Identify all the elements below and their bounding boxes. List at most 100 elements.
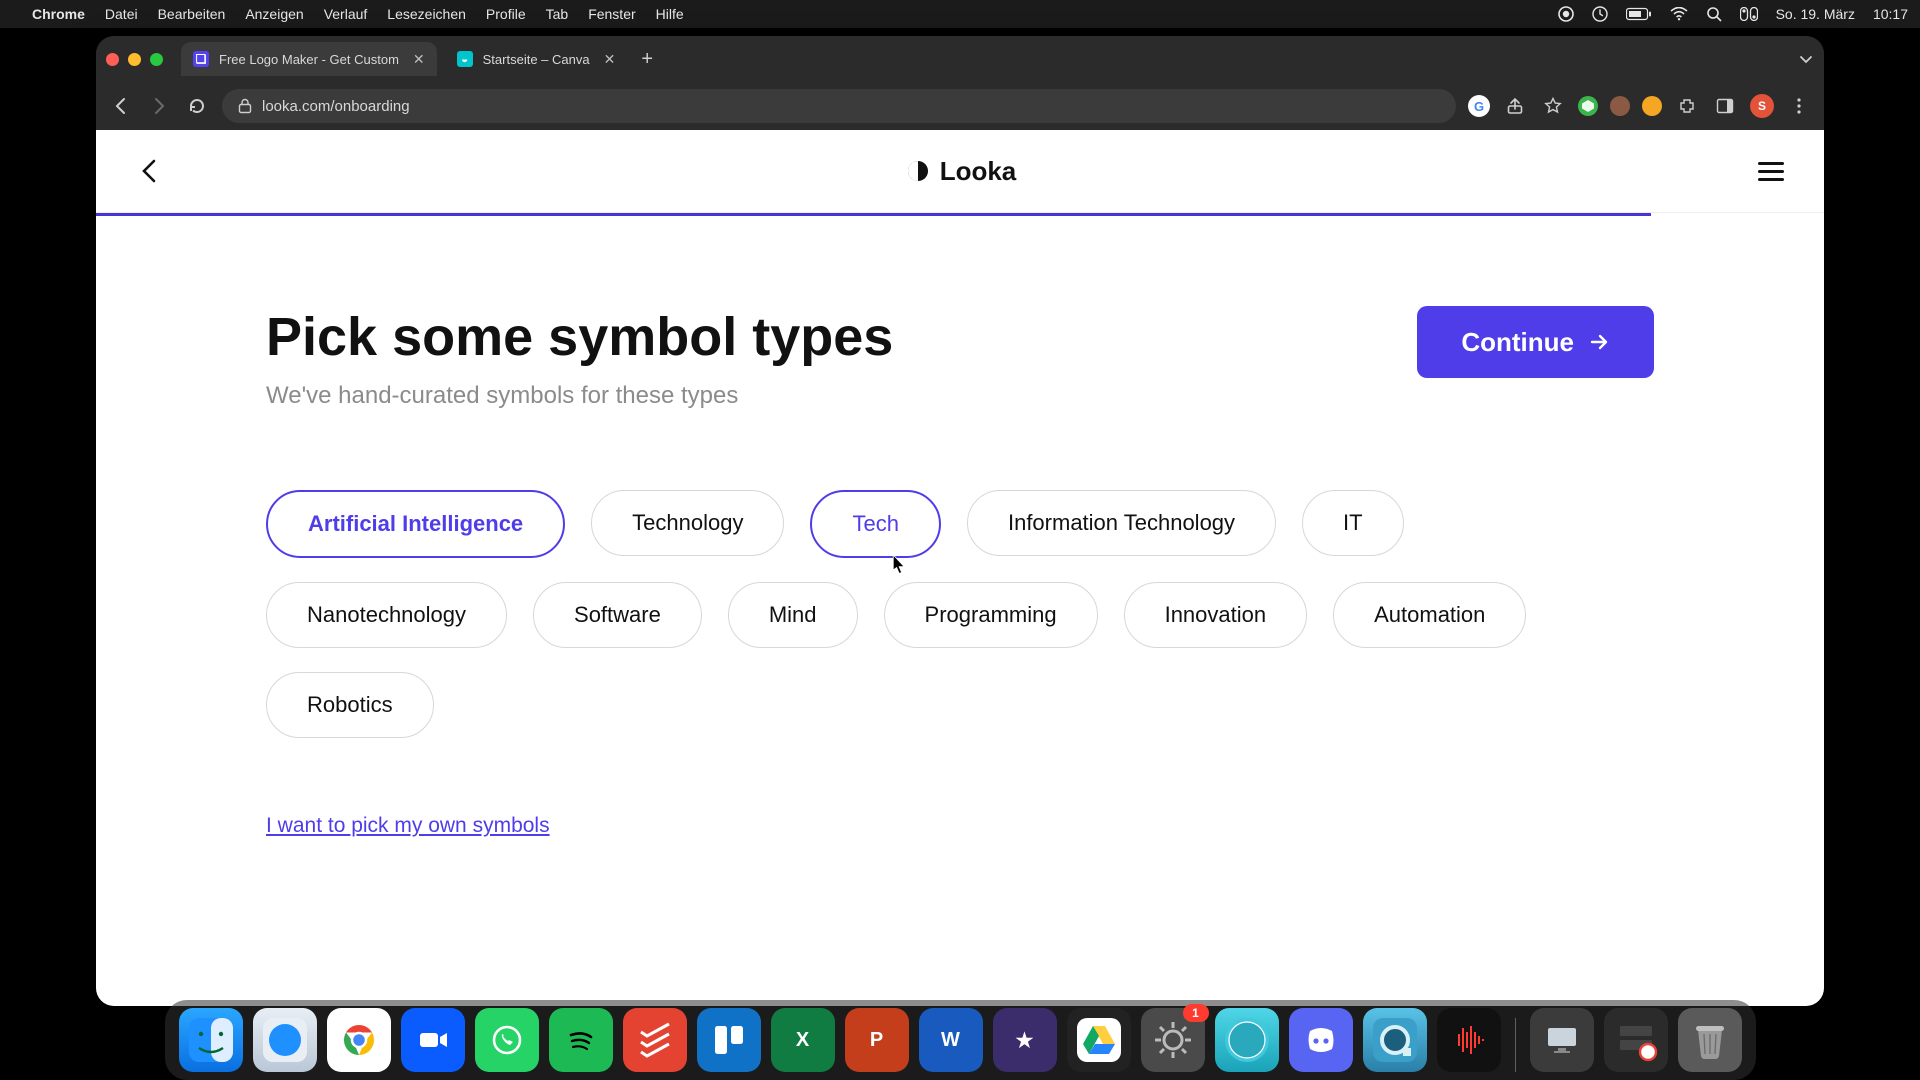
reload-icon[interactable] — [184, 93, 210, 119]
url-text: looka.com/onboarding — [262, 98, 410, 115]
dock-app-dock-folder[interactable] — [1604, 1008, 1668, 1072]
chip-label: Technology — [632, 510, 743, 536]
badge: 1 — [1183, 1004, 1209, 1022]
menubar-time[interactable]: 10:17 — [1873, 6, 1908, 22]
browser-tab-active[interactable]: ❏ Free Logo Maker - Get Custom ✕ — [181, 42, 437, 76]
menubar-item[interactable]: Hilfe — [656, 6, 684, 22]
app-back-button[interactable] — [136, 157, 164, 185]
dock-app-powerpoint[interactable]: P — [845, 1008, 909, 1072]
symbol-type-chip[interactable]: Mind — [728, 582, 858, 648]
fullscreen-window-button[interactable] — [150, 53, 163, 66]
close-window-button[interactable] — [106, 53, 119, 66]
dock-app-word[interactable]: W — [919, 1008, 983, 1072]
chip-label: Nanotechnology — [307, 602, 466, 628]
extension-icon[interactable] — [1642, 96, 1662, 116]
chip-label: Tech — [852, 511, 898, 537]
back-icon[interactable] — [108, 93, 134, 119]
chip-label: Innovation — [1165, 602, 1267, 628]
close-tab-icon[interactable]: ✕ — [413, 51, 425, 68]
dock-app-settings[interactable]: 1 — [1141, 1008, 1205, 1072]
menubar-item[interactable]: Tab — [546, 6, 569, 22]
symbol-type-chip[interactable]: Technology — [591, 490, 784, 556]
dock-app-whatsapp[interactable] — [475, 1008, 539, 1072]
battery-icon[interactable] — [1626, 7, 1652, 21]
page-heading: Pick some symbol types — [266, 306, 893, 368]
control-center-icon[interactable] — [1740, 7, 1758, 21]
symbol-type-chip[interactable]: IT — [1302, 490, 1404, 556]
dock-app-display[interactable] — [1530, 1008, 1594, 1072]
profile-avatar-icon[interactable]: S — [1750, 94, 1774, 118]
tab-overflow-icon[interactable] — [1798, 51, 1814, 67]
menubar-item[interactable]: Anzeigen — [245, 6, 303, 22]
symbol-type-chip[interactable]: Software — [533, 582, 702, 648]
dock-app-audio[interactable] — [1437, 1008, 1501, 1072]
dock-app-discord[interactable] — [1289, 1008, 1353, 1072]
minimize-window-button[interactable] — [128, 53, 141, 66]
share-icon[interactable] — [1502, 93, 1528, 119]
dock-app-globe[interactable] — [1215, 1008, 1279, 1072]
kebab-menu-icon[interactable] — [1786, 93, 1812, 119]
wifi-icon[interactable] — [1670, 7, 1688, 21]
dock-app-drive[interactable] — [1067, 1008, 1131, 1072]
dock-app-trello[interactable] — [697, 1008, 761, 1072]
dock-app-safari[interactable] — [253, 1008, 317, 1072]
address-bar: looka.com/onboarding G S — [96, 82, 1824, 130]
menubar-item[interactable]: Datei — [105, 6, 138, 22]
menubar-item[interactable]: Verlauf — [324, 6, 368, 22]
continue-button[interactable]: Continue — [1417, 306, 1654, 378]
symbol-type-chip[interactable]: Nanotechnology — [266, 582, 507, 648]
close-tab-icon[interactable]: ✕ — [604, 51, 616, 68]
browser-tab[interactable]: ◒ Startseite – Canva ✕ — [445, 42, 628, 76]
dock-app-finder[interactable] — [179, 1008, 243, 1072]
dock-app-trash[interactable] — [1678, 1008, 1742, 1072]
menu-hamburger-icon[interactable] — [1758, 162, 1784, 181]
brand-name: Looka — [940, 156, 1017, 187]
menubar-item[interactable]: Bearbeiten — [158, 6, 226, 22]
looka-favicon-icon: ❏ — [193, 51, 209, 67]
page-subtitle: We've hand-curated symbols for these typ… — [266, 382, 893, 410]
continue-button-label: Continue — [1461, 327, 1574, 358]
url-field[interactable]: looka.com/onboarding — [222, 89, 1456, 123]
arrow-right-icon — [1588, 331, 1610, 353]
search-icon[interactable] — [1706, 6, 1722, 22]
record-icon[interactable] — [1558, 6, 1574, 22]
menubar-item[interactable]: Lesezeichen — [387, 6, 466, 22]
menubar-item[interactable]: Fenster — [588, 6, 635, 22]
chrome-window: ❏ Free Logo Maker - Get Custom ✕ ◒ Start… — [96, 36, 1824, 1006]
app-header: Looka — [96, 130, 1824, 213]
symbol-type-chip[interactable]: Tech — [810, 490, 940, 558]
dock-separator — [1515, 1018, 1516, 1072]
symbol-type-chip[interactable]: Automation — [1333, 582, 1526, 648]
translate-icon[interactable]: G — [1468, 95, 1490, 117]
side-panel-icon[interactable] — [1712, 93, 1738, 119]
dock-app-quicktime[interactable] — [1363, 1008, 1427, 1072]
dock-app-excel[interactable]: X — [771, 1008, 835, 1072]
tab-strip: ❏ Free Logo Maker - Get Custom ✕ ◒ Start… — [96, 36, 1824, 82]
dock-app-zoom[interactable] — [401, 1008, 465, 1072]
pick-own-symbols-link[interactable]: I want to pick my own symbols — [266, 814, 550, 838]
dock-app-todoist[interactable] — [623, 1008, 687, 1072]
new-tab-button[interactable]: + — [635, 48, 659, 71]
looka-mark-icon — [906, 159, 930, 183]
extension-icon[interactable] — [1610, 96, 1630, 116]
clock-widget-icon[interactable] — [1592, 6, 1608, 22]
dock-wrap: XPW★ 1 — [0, 1000, 1920, 1080]
symbol-type-chip[interactable]: Artificial Intelligence — [266, 490, 565, 558]
brand-logo[interactable]: Looka — [906, 156, 1017, 187]
dock-app-imovie[interactable]: ★ — [993, 1008, 1057, 1072]
menubar-app-name[interactable]: Chrome — [32, 6, 85, 22]
symbol-type-chip[interactable]: Robotics — [266, 672, 434, 738]
bookmark-star-icon[interactable] — [1540, 93, 1566, 119]
macos-menubar: Chrome Datei Bearbeiten Anzeigen Verlauf… — [0, 0, 1920, 28]
symbol-type-chip[interactable]: Programming — [884, 582, 1098, 648]
dock-app-spotify[interactable] — [549, 1008, 613, 1072]
window-controls — [106, 53, 163, 66]
symbol-type-chip[interactable]: Innovation — [1124, 582, 1308, 648]
chip-label: Information Technology — [1008, 510, 1235, 536]
symbol-type-chip[interactable]: Information Technology — [967, 490, 1276, 556]
menubar-date[interactable]: So. 19. März — [1776, 6, 1855, 22]
dock-app-chrome[interactable] — [327, 1008, 391, 1072]
extensions-puzzle-icon[interactable] — [1674, 93, 1700, 119]
menubar-item[interactable]: Profile — [486, 6, 526, 22]
extension-icon[interactable] — [1578, 96, 1598, 116]
